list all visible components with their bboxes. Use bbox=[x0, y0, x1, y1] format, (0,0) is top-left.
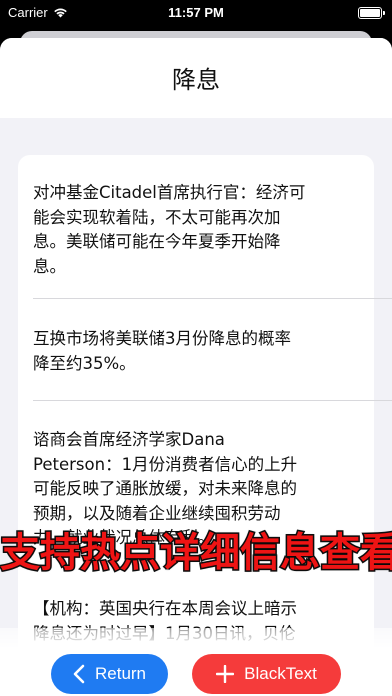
news-line: Peterson：1月份消费者信心的上升 bbox=[33, 454, 298, 474]
chevron-left-icon bbox=[73, 664, 85, 684]
return-button[interactable]: Return bbox=[51, 654, 168, 694]
plus-icon bbox=[216, 665, 235, 683]
news-line: 对冲基金Citadel首席执行官：经济可 bbox=[33, 183, 306, 202]
divider bbox=[33, 400, 392, 401]
battery-icon bbox=[358, 7, 385, 19]
divider bbox=[33, 298, 392, 299]
news-line: 息。美联储可能在今年夏季开始降 bbox=[33, 232, 281, 251]
status-bar: Carrier 11:57 PM bbox=[0, 0, 392, 26]
news-line: 谘商会首席经济学家Dana bbox=[33, 430, 225, 449]
news-line: 【机构：英国央行在本周会议上暗示 bbox=[33, 599, 297, 618]
news-line: 互换市场将美联储3月份降息的概率 bbox=[33, 329, 291, 348]
promo-overlay-text: 支持热点详细信息查看 bbox=[0, 529, 392, 578]
return-button-label: Return bbox=[94, 664, 147, 683]
news-line: 降至约35%。 bbox=[33, 353, 136, 373]
nav-header: 降息 bbox=[0, 38, 392, 118]
blacktext-button[interactable]: BlackText bbox=[192, 654, 341, 694]
news-line: 息。 bbox=[33, 256, 66, 276]
news-item[interactable]: 互换市场将美联储3月份降息的概率 降至约35%。 bbox=[33, 327, 374, 376]
news-item[interactable]: 对冲基金Citadel首席执行官：经济可 能会实现软着陆，不太可能再次加 息。美… bbox=[33, 181, 374, 279]
news-line: 可能反映了通胀放缓，对未来降息的 bbox=[33, 479, 297, 498]
blacktext-button-label: BlackText bbox=[244, 664, 317, 683]
news-line: 能会实现软着陆，不太可能再次加 bbox=[33, 207, 281, 227]
page-title: 降息 bbox=[172, 66, 220, 94]
clock: 11:57 PM bbox=[168, 5, 224, 20]
